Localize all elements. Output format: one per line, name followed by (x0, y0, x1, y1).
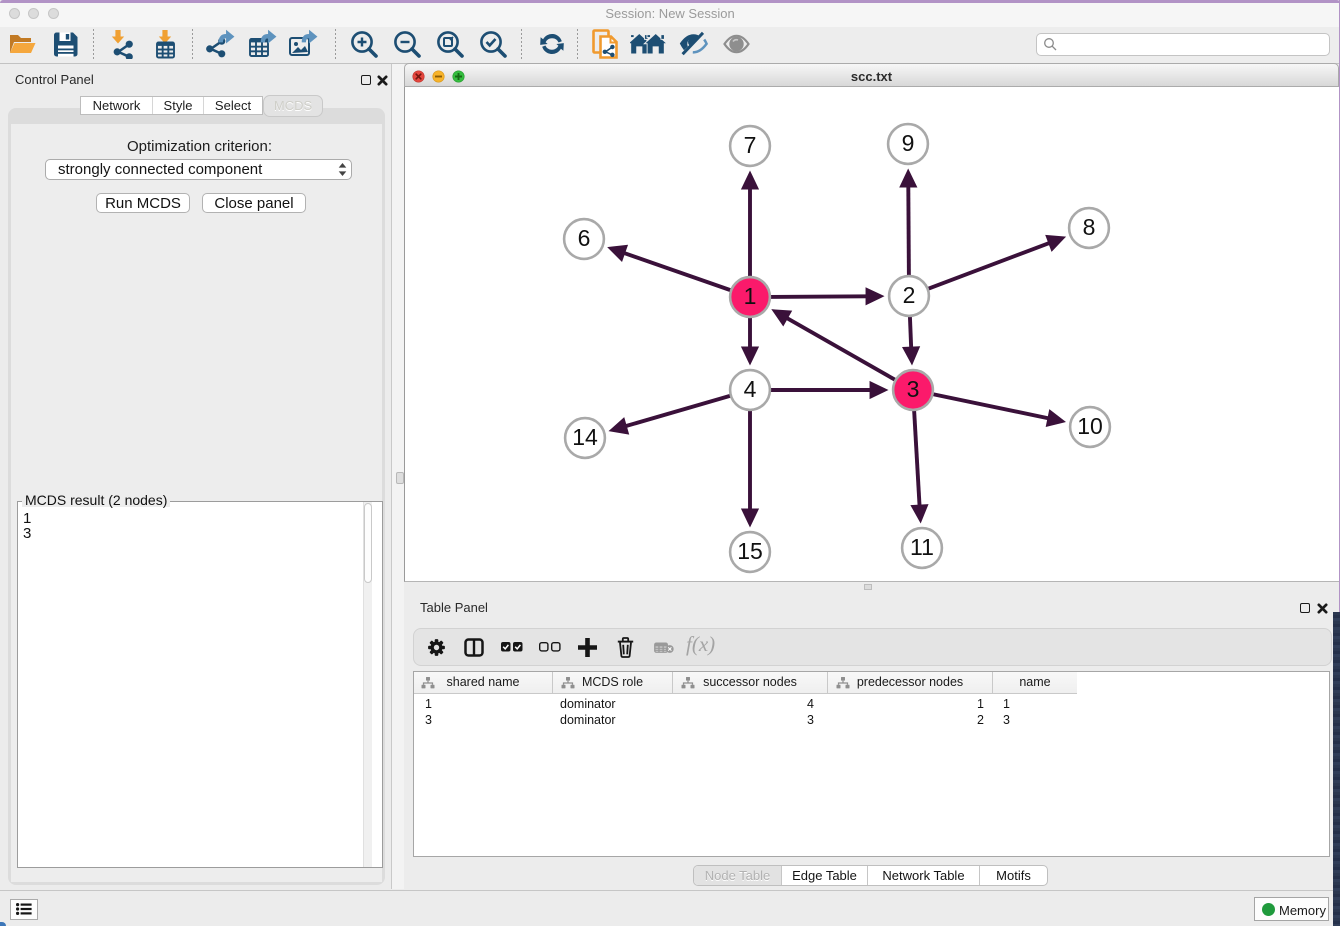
svg-text:11: 11 (910, 534, 934, 560)
svg-text:1: 1 (744, 283, 757, 309)
svg-text:3: 3 (907, 376, 920, 402)
svg-text:10: 10 (1077, 413, 1103, 439)
svg-text:15: 15 (737, 538, 763, 564)
svg-text:14: 14 (572, 424, 598, 450)
svg-text:7: 7 (744, 132, 757, 158)
svg-text:8: 8 (1083, 214, 1096, 240)
svg-text:9: 9 (902, 130, 915, 156)
svg-text:6: 6 (578, 225, 591, 251)
svg-text:2: 2 (903, 282, 916, 308)
svg-text:4: 4 (744, 376, 757, 402)
